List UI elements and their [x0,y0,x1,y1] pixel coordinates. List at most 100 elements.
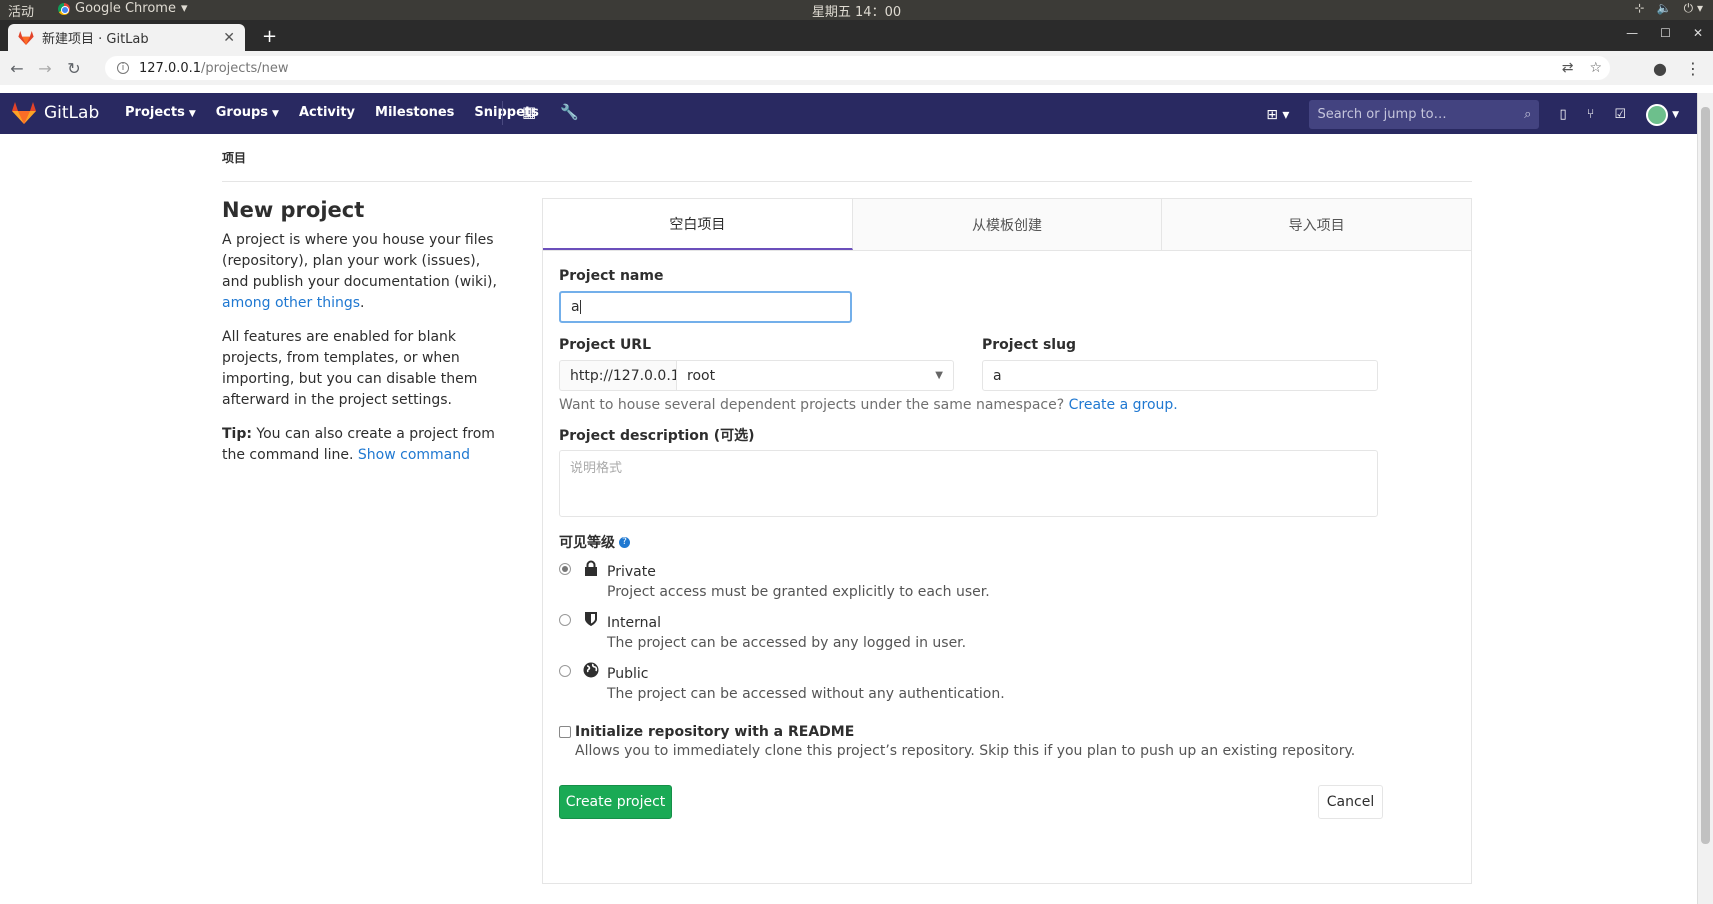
visibility-option-internal[interactable]: Internal The project can be accessed by … [559,610,966,653]
todos-icon[interactable]: ☑ [1614,107,1626,122]
nav-activity[interactable]: Activity [299,105,355,120]
chart-icon[interactable]: ▦ [522,103,536,121]
merge-requests-icon[interactable]: ⑂ [1587,107,1595,122]
search-placeholder: Search or jump to… [1317,107,1447,122]
description-textarea[interactable]: 说明格式 [559,450,1378,517]
create-group-link[interactable]: Create a group. [1069,397,1178,413]
internal-desc: The project can be accessed by any logge… [607,635,967,651]
namespace-help-text: Want to house several dependent projects… [559,397,1065,413]
translate-icon[interactable]: ⇄ [1562,60,1574,76]
close-window-icon[interactable]: ✕ [1693,26,1703,40]
project-slug-input[interactable]: a [982,360,1378,391]
profile-icon[interactable]: ● [1653,59,1667,78]
search-input[interactable]: Search or jump to… ⌕ [1309,100,1540,129]
gitlab-navbar: GitLab Projects ▼ Groups ▼ Activity Milest… [0,93,1697,134]
gitlab-home-link[interactable]: GitLab [12,102,99,124]
readme-label[interactable]: Initialize repository with a README [575,724,854,740]
gitlab-logo-icon [12,102,36,124]
search-icon: ⌕ [1524,107,1532,122]
browser-tab[interactable]: 新建项目 · GitLab ✕ [8,24,245,51]
back-icon[interactable]: ← [6,57,28,79]
nav-groups-label: Groups [215,105,269,120]
bookmark-star-icon[interactable]: ☆ [1589,60,1602,76]
gitlab-main-links: Projects ▼ Groups ▼ Activity Milestones Sn… [125,105,539,120]
private-radio[interactable] [559,563,571,575]
menu-kebab-icon[interactable]: ⋮ [1685,59,1701,78]
system-tray[interactable]: ⊹ 🔈 ⏻ ▾ [1635,1,1703,16]
project-type-tabs: 空白项目 从模板创建 导入项目 [543,199,1471,251]
wrench-icon[interactable]: 🔧 [560,103,579,121]
text-cursor [579,300,581,314]
app-menu[interactable]: Google Chrome ▾ [58,1,188,16]
minimize-icon[interactable]: — [1626,26,1638,40]
internal-title: Internal [607,615,661,631]
chevron-down-icon: ▼ [188,109,196,119]
nav-milestones[interactable]: Milestones [375,105,454,120]
power-icon[interactable]: ⏻ ▾ [1684,1,1703,16]
tip-label: Tip: [222,426,252,442]
private-title: Private [607,564,656,580]
network-icon[interactable]: ⊹ [1635,1,1645,16]
forward-icon[interactable]: → [34,57,56,79]
issues-icon[interactable]: ▯ [1559,107,1566,122]
among-other-things-link[interactable]: among other things [222,295,360,311]
url-prefix: http://127.0.0.1/ [559,360,684,391]
create-project-button[interactable]: Create project [559,785,672,819]
nav-divider [502,101,503,125]
user-menu[interactable]: ▼ [1646,103,1679,126]
visibility-option-private[interactable]: Private Project access must be granted e… [559,559,990,602]
url-path: /projects/new [201,60,289,76]
namespace-select[interactable]: root ▼ [676,360,954,391]
project-name-input[interactable]: a [559,291,852,323]
url-host: 127.0.0.1 [139,60,202,76]
info-icon[interactable]: i [117,62,129,74]
reload-icon[interactable]: ↻ [63,57,85,79]
chevron-down-icon: ▼ [935,370,943,381]
nav-groups[interactable]: Groups ▼ [216,105,279,120]
scrollbar-thumb[interactable] [1701,107,1710,844]
project-slug-label: Project slug [982,337,1077,353]
help-icon[interactable]: ? [619,536,630,548]
chevron-down-icon: ▼ [1672,109,1679,120]
tab-import-project[interactable]: 导入项目 [1162,199,1471,250]
public-title: Public [607,666,649,682]
volume-icon[interactable]: 🔈 [1657,1,1672,16]
readme-option[interactable]: Initialize repository with a README [559,724,854,740]
clock[interactable]: 星期五 14：00 [812,1,901,20]
project-url-group: http://127.0.0.1/ root ▼ [559,360,954,391]
show-command-link[interactable]: Show command [358,447,470,463]
nav-admin-icons: ▦ 🔧 [522,103,579,121]
gitlab-wordmark: GitLab [44,103,100,123]
new-tab-button[interactable]: + [262,26,277,47]
tab-close-icon[interactable]: ✕ [223,30,235,46]
public-radio[interactable] [559,665,571,677]
features-paragraph: All features are enabled for blank proje… [222,329,478,408]
internal-radio[interactable] [559,614,571,626]
browser-tab-strip: 新建项目 · GitLab ✕ + — ☐ ✕ [0,20,1713,51]
intro-end: . [360,295,365,311]
visibility-heading: 可见等级 ? [559,532,630,552]
app-menu-label: Google Chrome [75,1,176,16]
namespace-help: Want to house several dependent projects… [559,397,1178,413]
tip-paragraph: Tip: You can also create a project from … [222,424,507,466]
tab-blank-project[interactable]: 空白项目 [543,199,853,250]
project-info-sidebar: New project A project is where you house… [222,198,507,479]
breadcrumb[interactable]: 项目 [222,134,1472,182]
address-bar[interactable]: i 127.0.0.1/projects/new ⇄ ☆ [105,56,1610,80]
readme-help: Allows you to immediately clone this pro… [575,743,1356,759]
description-label: Project description (可选) [559,428,755,444]
project-name-label: Project name [559,268,664,284]
tab-from-template[interactable]: 从模板创建 [853,199,1163,250]
page-content: 项目 New project A project is where you ho… [222,134,1472,884]
os-top-bar: 活动 Google Chrome ▾ 星期五 14：00 ⊹ 🔈 ⏻ ▾ [0,0,1713,20]
readme-checkbox[interactable] [559,726,571,738]
new-project-panel: 空白项目 从模板创建 导入项目 Project name a Project U… [542,198,1472,884]
page-scrollbar[interactable] [1697,93,1713,904]
maximize-icon[interactable]: ☐ [1660,26,1671,40]
cancel-button[interactable]: Cancel [1318,785,1383,819]
activities-button[interactable]: 活动 [8,1,34,20]
visibility-option-public[interactable]: Public The project can be accessed witho… [559,661,1005,704]
new-item-plus-icon[interactable]: ⊞ ▾ [1266,107,1289,123]
visibility-label: 可见等级 [559,535,615,551]
nav-projects[interactable]: Projects ▼ [125,105,196,120]
